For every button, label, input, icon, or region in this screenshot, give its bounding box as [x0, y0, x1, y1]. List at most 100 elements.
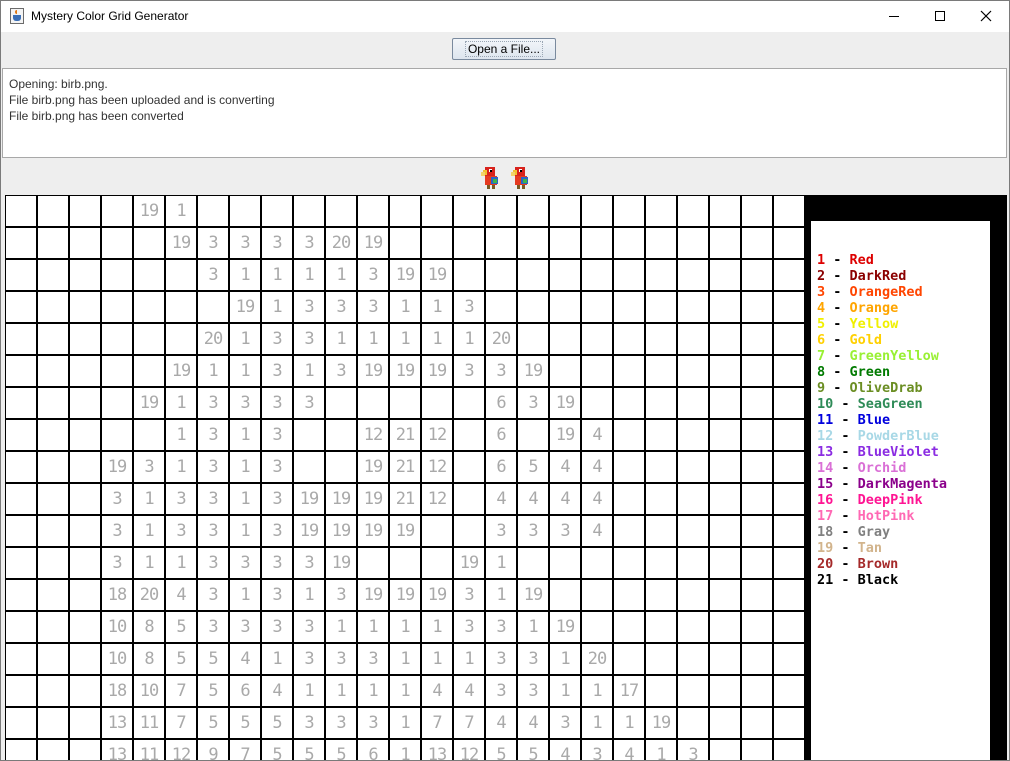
number-grid: 19 1 19 3 3 3 3 20 19 3 1 1 1 1 3 19 19 19 1 3 3 3 1 1 3 20 1 3 3 1 1 1… [5, 195, 806, 760]
grid-cell [678, 708, 710, 740]
grid-cell: 19 [358, 356, 390, 388]
legend-separator: - [825, 348, 850, 364]
grid-cell: 3 [550, 516, 582, 548]
grid-cell [454, 196, 486, 228]
toolbar: Open a File... [1, 32, 1009, 68]
grid-cell [6, 740, 38, 760]
legend-separator: - [833, 556, 858, 572]
grid-cell: 3 [102, 516, 134, 548]
legend-number: 9 [817, 380, 826, 396]
grid-cell: 1 [614, 708, 646, 740]
grid-cell [678, 260, 710, 292]
title-bar[interactable]: Mystery Color Grid Generator [1, 1, 1009, 32]
grid-cell: 3 [358, 292, 390, 324]
legend-separator: - [833, 540, 858, 556]
grid-cell: 3 [262, 324, 294, 356]
grid-cell [710, 356, 742, 388]
legend-item: 14 - Orchid [811, 460, 990, 476]
grid-cell: 1 [646, 740, 678, 760]
grid-cell: 12 [166, 740, 198, 760]
grid-cell [774, 580, 806, 612]
maximize-button[interactable] [917, 1, 963, 32]
grid-cell [742, 452, 774, 484]
grid-cell [390, 388, 422, 420]
grid-cell: 5 [230, 708, 262, 740]
grid-cell [70, 196, 102, 228]
legend-separator: - [833, 524, 858, 540]
legend-color-name: HotPink [857, 508, 915, 524]
minimize-button[interactable] [871, 1, 917, 32]
legend-number: 19 [817, 540, 834, 556]
open-file-button[interactable]: Open a File... [452, 38, 556, 60]
grid-cell: 1 [326, 676, 358, 708]
grid-cell [614, 612, 646, 644]
grid-cell: 3 [262, 228, 294, 260]
legend-item: 2 - DarkRed [811, 268, 990, 284]
grid-cell [134, 420, 166, 452]
grid-cell [582, 324, 614, 356]
grid-cell: 4 [582, 516, 614, 548]
grid-cell: 1 [358, 676, 390, 708]
grid-cell: 7 [230, 740, 262, 760]
grid-cell [710, 548, 742, 580]
grid-cell [678, 292, 710, 324]
grid-cell [742, 388, 774, 420]
grid-cell [710, 740, 742, 760]
grid-cell [38, 260, 70, 292]
grid-cell: 1 [294, 676, 326, 708]
grid-cell: 3 [198, 612, 230, 644]
grid-cell: 19 [422, 260, 454, 292]
grid-cell [38, 516, 70, 548]
legend-item: 8 - Green [811, 364, 990, 380]
grid-cell [326, 420, 358, 452]
grid-cell: 1 [294, 260, 326, 292]
grid-cell: 5 [198, 708, 230, 740]
grid-cell [742, 676, 774, 708]
grid-cell: 12 [454, 740, 486, 760]
grid-cell: 3 [262, 452, 294, 484]
legend-number: 20 [817, 556, 834, 572]
grid-cell [742, 356, 774, 388]
grid-cell [390, 228, 422, 260]
grid-cell: 19 [454, 548, 486, 580]
grid-cell: 19 [294, 484, 326, 516]
grid-cell: 4 [422, 676, 454, 708]
grid-cell [70, 740, 102, 760]
grid-cell: 1 [230, 452, 262, 484]
status-log[interactable]: Opening: birb.png. File birb.png has bee… [2, 68, 1007, 158]
grid-cell [6, 708, 38, 740]
grid-cell [422, 548, 454, 580]
legend-separator: - [825, 284, 850, 300]
grid-cell: 3 [518, 676, 550, 708]
grid-cell [38, 324, 70, 356]
legend-panel: 1 - Red 2 - DarkRed 3 - OrangeRed 4 - Orang… [804, 195, 1007, 760]
grid-cell [6, 356, 38, 388]
grid-cell [70, 580, 102, 612]
grid-cell [6, 452, 38, 484]
grid-cell: 3 [230, 548, 262, 580]
legend-item: 16 - DeepPink [811, 492, 990, 508]
grid-cell: 1 [198, 356, 230, 388]
close-button[interactable] [963, 1, 1009, 32]
log-line: Opening: birb.png. [9, 77, 108, 91]
grid-cell: 19 [358, 452, 390, 484]
grid-cell: 1 [390, 324, 422, 356]
grid-cell [38, 548, 70, 580]
grid-cell [358, 196, 390, 228]
grid-cell [614, 420, 646, 452]
grid-cell [646, 676, 678, 708]
legend-color-name: Tan [857, 540, 883, 556]
grid-cell: 3 [198, 548, 230, 580]
grid-cell: 1 [390, 612, 422, 644]
legend-item: 7 - GreenYellow [811, 348, 990, 364]
grid-cell: 3 [454, 292, 486, 324]
color-legend: 1 - Red 2 - DarkRed 3 - OrangeRed 4 - Orang… [811, 221, 990, 760]
legend-item: 4 - Orange [811, 300, 990, 316]
grid-cell [710, 324, 742, 356]
legend-item: 1 - Red [811, 252, 990, 268]
legend-color-name: DarkRed [849, 268, 907, 284]
grid-cell [678, 228, 710, 260]
grid-cell: 4 [582, 452, 614, 484]
grid-cell [134, 324, 166, 356]
grid-cell [102, 260, 134, 292]
